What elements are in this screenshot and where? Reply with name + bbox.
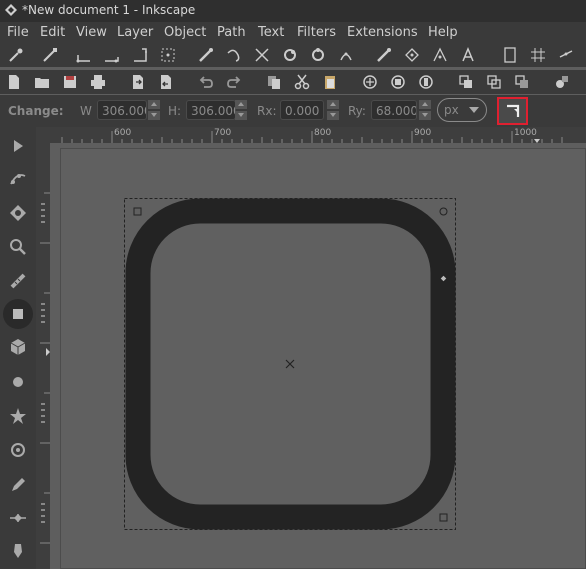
rx-handle[interactable] — [439, 207, 448, 216]
resize-handle-top-left[interactable] — [133, 207, 142, 216]
canvas-overlay — [60, 148, 586, 569]
resize-handle-bottom-right[interactable] — [439, 513, 448, 522]
rotation-center-icon — [285, 359, 295, 369]
